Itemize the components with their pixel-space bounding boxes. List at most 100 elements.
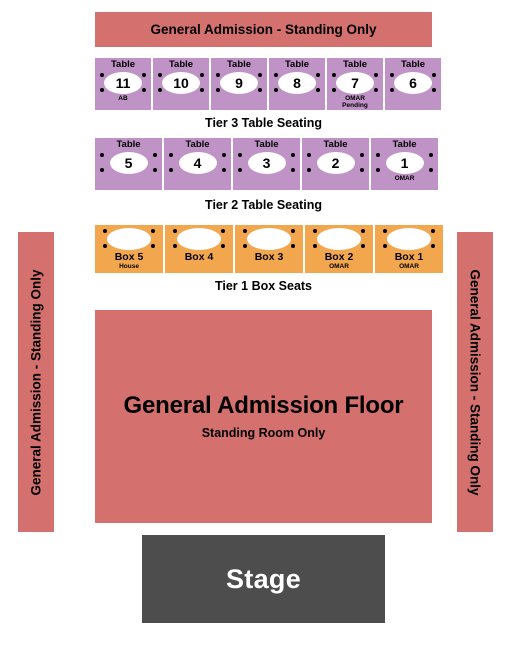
seat-dot[interactable] (432, 88, 436, 92)
seat-dot[interactable] (383, 244, 387, 248)
ga-left-banner[interactable]: General Admission - Standing Only (18, 232, 54, 532)
seat-dot[interactable] (332, 73, 336, 77)
table-5[interactable]: Table 5 (95, 138, 162, 190)
table-7[interactable]: Table 7 OMAR Pending (327, 58, 383, 110)
seat-dot[interactable] (258, 73, 262, 77)
seat-dot[interactable] (142, 88, 146, 92)
table-number: 6 (394, 72, 432, 94)
table-1[interactable]: Table 1 OMAR (371, 138, 438, 190)
table-9[interactable]: Table 9 (211, 58, 267, 110)
table-6[interactable]: Table 6 (385, 58, 441, 110)
seat-dot[interactable] (307, 168, 311, 172)
seat-dot[interactable] (376, 153, 380, 157)
seat-dot[interactable] (151, 244, 155, 248)
seat-dot[interactable] (274, 88, 278, 92)
seat-dot[interactable] (383, 229, 387, 233)
seat-dot[interactable] (291, 168, 295, 172)
table-number: 4 (178, 152, 217, 174)
seat-dot[interactable] (376, 168, 380, 172)
seat-dot[interactable] (432, 73, 436, 77)
seat-dot[interactable] (374, 88, 378, 92)
seat-dot[interactable] (100, 168, 104, 172)
seat-dot[interactable] (100, 73, 104, 77)
seat-dot[interactable] (361, 244, 365, 248)
ga-floor-section[interactable]: General Admission Floor Standing Room On… (95, 310, 432, 523)
table-word-label: Table (110, 59, 136, 70)
seat-dot[interactable] (100, 153, 104, 157)
seat-dot[interactable] (258, 88, 262, 92)
seat-dot[interactable] (221, 244, 225, 248)
seat-dot[interactable] (216, 73, 220, 77)
seat-dot[interactable] (431, 244, 435, 248)
box-label: Box 3 (254, 251, 284, 263)
table-2[interactable]: Table 2 (302, 138, 369, 190)
seat-dot[interactable] (222, 153, 226, 157)
seat-dot[interactable] (153, 168, 157, 172)
seat-dot[interactable] (313, 244, 317, 248)
box-seating-group (165, 228, 233, 250)
seat-dot[interactable] (316, 88, 320, 92)
seat-dot[interactable] (153, 153, 157, 157)
tier-3-caption: Tier 3 Table Seating (205, 116, 322, 130)
seat-dot[interactable] (274, 73, 278, 77)
seat-dot[interactable] (431, 229, 435, 233)
seat-dot[interactable] (429, 168, 433, 172)
box-3[interactable]: Box 3 (235, 225, 303, 273)
seat-dot[interactable] (100, 88, 104, 92)
table-11[interactable]: Table 11 AB (95, 58, 151, 110)
seat-dot[interactable] (313, 229, 317, 233)
seat-dot[interactable] (361, 229, 365, 233)
box-4[interactable]: Box 4 (165, 225, 233, 273)
seat-dot[interactable] (332, 88, 336, 92)
seat-dot[interactable] (390, 73, 394, 77)
seat-dot[interactable] (169, 153, 173, 157)
seat-dot[interactable] (103, 244, 107, 248)
ga-right-banner[interactable]: General Admission - Standing Only (457, 232, 493, 532)
table-10[interactable]: Table 10 (153, 58, 209, 110)
box-table-surface (317, 228, 361, 250)
seat-dot[interactable] (316, 73, 320, 77)
table-seating-group: 1 (371, 152, 438, 174)
seat-dot[interactable] (142, 73, 146, 77)
seat-dot[interactable] (374, 73, 378, 77)
seat-dot[interactable] (429, 153, 433, 157)
tier-2-table-row: Table 5 Table 4 Table 3 Table 2 Table 1 OMAR (95, 138, 438, 190)
seat-dot[interactable] (158, 73, 162, 77)
seat-dot[interactable] (291, 153, 295, 157)
table-3[interactable]: Table 3 (233, 138, 300, 190)
box-sub-label: House (119, 263, 139, 270)
ga-top-banner[interactable]: General Admission - Standing Only (95, 12, 432, 47)
box-5[interactable]: Box 5 House (95, 225, 163, 273)
seat-dot[interactable] (360, 168, 364, 172)
table-8[interactable]: Table 8 (269, 58, 325, 110)
seat-dot[interactable] (238, 153, 242, 157)
seat-dot[interactable] (151, 229, 155, 233)
seat-dot[interactable] (238, 168, 242, 172)
table-word-label: Table (323, 139, 348, 150)
table-seating-group: 2 (302, 152, 369, 174)
table-seating-group: 3 (233, 152, 300, 174)
box-1[interactable]: Box 1 OMAR (375, 225, 443, 273)
seat-dot[interactable] (360, 153, 364, 157)
seat-dot[interactable] (222, 168, 226, 172)
seat-dot[interactable] (173, 229, 177, 233)
ga-right-banner-label: General Admission - Standing Only (467, 268, 483, 496)
seat-dot[interactable] (169, 168, 173, 172)
table-4[interactable]: Table 4 (164, 138, 231, 190)
box-2[interactable]: Box 2 OMAR (305, 225, 373, 273)
table-seating-group: 6 (385, 72, 441, 94)
seat-dot[interactable] (390, 88, 394, 92)
tier-3-table-row: Table 11 AB Table 10 Table 9 Table 8 Table 7 OMAR Pe… (95, 58, 441, 110)
seat-dot[interactable] (200, 73, 204, 77)
seat-dot[interactable] (173, 244, 177, 248)
seat-dot[interactable] (158, 88, 162, 92)
seat-dot[interactable] (307, 153, 311, 157)
seat-dot[interactable] (216, 88, 220, 92)
seat-dot[interactable] (291, 229, 295, 233)
seat-dot[interactable] (103, 229, 107, 233)
seat-dot[interactable] (243, 244, 247, 248)
seat-dot[interactable] (243, 229, 247, 233)
seat-dot[interactable] (291, 244, 295, 248)
seat-dot[interactable] (200, 88, 204, 92)
seat-dot[interactable] (221, 229, 225, 233)
